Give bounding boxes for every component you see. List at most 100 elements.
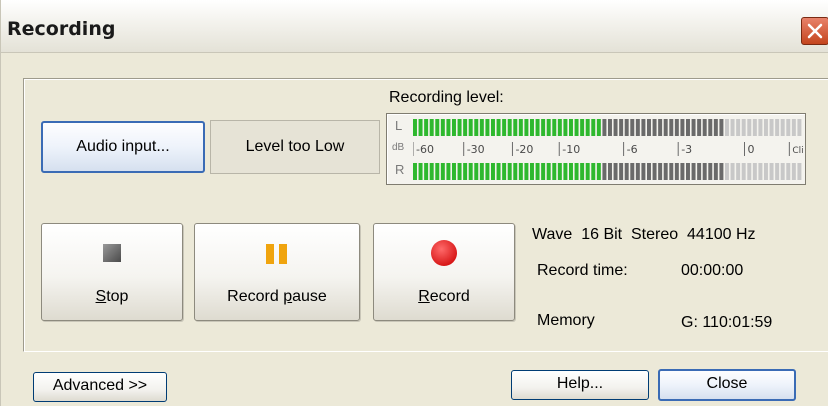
meter-segment [691, 119, 696, 136]
meter-segment [764, 119, 768, 136]
meter-segment [535, 163, 540, 180]
meter-segment [752, 163, 757, 180]
meter-segment [613, 163, 618, 180]
meter-segment [619, 163, 624, 180]
memory-label: Memory [537, 312, 595, 329]
meter-segment [507, 163, 512, 180]
meter-segment [468, 119, 473, 136]
recording-dialog: Recording Recording level: Audio input..… [0, 0, 828, 406]
meter-segment [769, 163, 774, 180]
meter-segment [775, 163, 780, 180]
meter-segment [585, 163, 590, 180]
meter-segment [513, 163, 518, 180]
close-window-button[interactable] [801, 17, 828, 45]
meter-segment [413, 119, 417, 136]
meter-segment [524, 119, 529, 136]
memory-value: G: 110:01:59 [681, 314, 773, 331]
format-info: Wave 16 Bit Stereo 44100 Hz [532, 226, 756, 243]
meter-segment [502, 163, 507, 180]
meter-segment [708, 119, 713, 136]
meter-segment [725, 119, 729, 136]
meter-segment [624, 119, 629, 136]
meter-segment [769, 119, 774, 136]
record-icon [431, 240, 457, 266]
pause-icon [266, 244, 287, 264]
meter-segment [741, 119, 746, 136]
meter-segment [674, 163, 679, 180]
record-pause-label: Record pause [227, 288, 327, 305]
meter-segment [446, 163, 451, 180]
meter-segment [608, 163, 612, 180]
meter-segment [669, 163, 674, 180]
meter-segment [435, 163, 440, 180]
meter-segment [691, 163, 696, 180]
meter-segment [569, 119, 573, 136]
record-pause-button[interactable]: Record pause [194, 223, 360, 321]
meter-segment [669, 119, 674, 136]
stop-label: Stop [95, 288, 129, 305]
meter-segment [658, 163, 663, 180]
meter-segment [424, 163, 429, 180]
meter-segment [797, 163, 802, 180]
meter-segment [708, 163, 713, 180]
recording-level-meter: L dB -60-30-20-10-6-30Clip R [386, 113, 806, 185]
meter-segment [619, 119, 624, 136]
meter-segment [491, 163, 495, 180]
meter-segment [596, 163, 601, 180]
meter-segment [791, 163, 796, 180]
meter-segment [775, 119, 780, 136]
meter-segment [541, 163, 546, 180]
meter-segment [557, 163, 562, 180]
meter-segment [507, 119, 512, 136]
meter-segment [680, 119, 685, 136]
meter-right-label: R [395, 162, 405, 177]
right-channel-bar [413, 163, 802, 180]
close-button[interactable]: Close [658, 369, 796, 401]
meter-segment [552, 163, 557, 180]
stop-icon [103, 244, 121, 262]
meter-segment [424, 119, 429, 136]
stop-button[interactable]: Stop [41, 223, 183, 321]
meter-segment [697, 163, 702, 180]
meter-segment [747, 119, 752, 136]
meter-segment [630, 119, 635, 136]
meter-segment [630, 163, 635, 180]
meter-segment [736, 163, 741, 180]
meter-segment [702, 163, 707, 180]
meter-segment [546, 119, 551, 136]
meter-segment [591, 119, 596, 136]
meter-segment [747, 163, 752, 180]
meter-db-label: dB [392, 142, 405, 153]
meter-segment [479, 163, 484, 180]
scale-tick-label: -60 [416, 143, 434, 156]
meter-segment [479, 119, 484, 136]
meter-segment [791, 119, 796, 136]
meter-segment [647, 119, 651, 136]
advanced-button[interactable]: Advanced >> [33, 372, 167, 402]
record-button[interactable]: Record [373, 223, 515, 321]
meter-segment [530, 163, 534, 180]
audio-input-button[interactable]: Audio input... [41, 121, 205, 173]
scale-tick-label: -20 [515, 143, 533, 156]
meter-segment [524, 163, 529, 180]
meter-segment [652, 163, 657, 180]
meter-segment [780, 163, 785, 180]
meter-segment [797, 119, 802, 136]
meter-segment [563, 163, 568, 180]
meter-segment [496, 163, 501, 180]
meter-segment [719, 163, 724, 180]
meter-segment [608, 119, 612, 136]
meter-segment [546, 163, 551, 180]
meter-segment [758, 163, 763, 180]
meter-segment [574, 119, 579, 136]
meter-segment [686, 163, 690, 180]
record-time-label: Record time: [537, 262, 628, 279]
meter-segment [713, 119, 718, 136]
meter-segment [663, 119, 668, 136]
meter-segment [569, 163, 573, 180]
help-button[interactable]: Help... [511, 370, 649, 400]
meter-segment [736, 119, 741, 136]
meter-segment [457, 163, 462, 180]
meter-segment [591, 163, 596, 180]
meter-segment [535, 119, 540, 136]
